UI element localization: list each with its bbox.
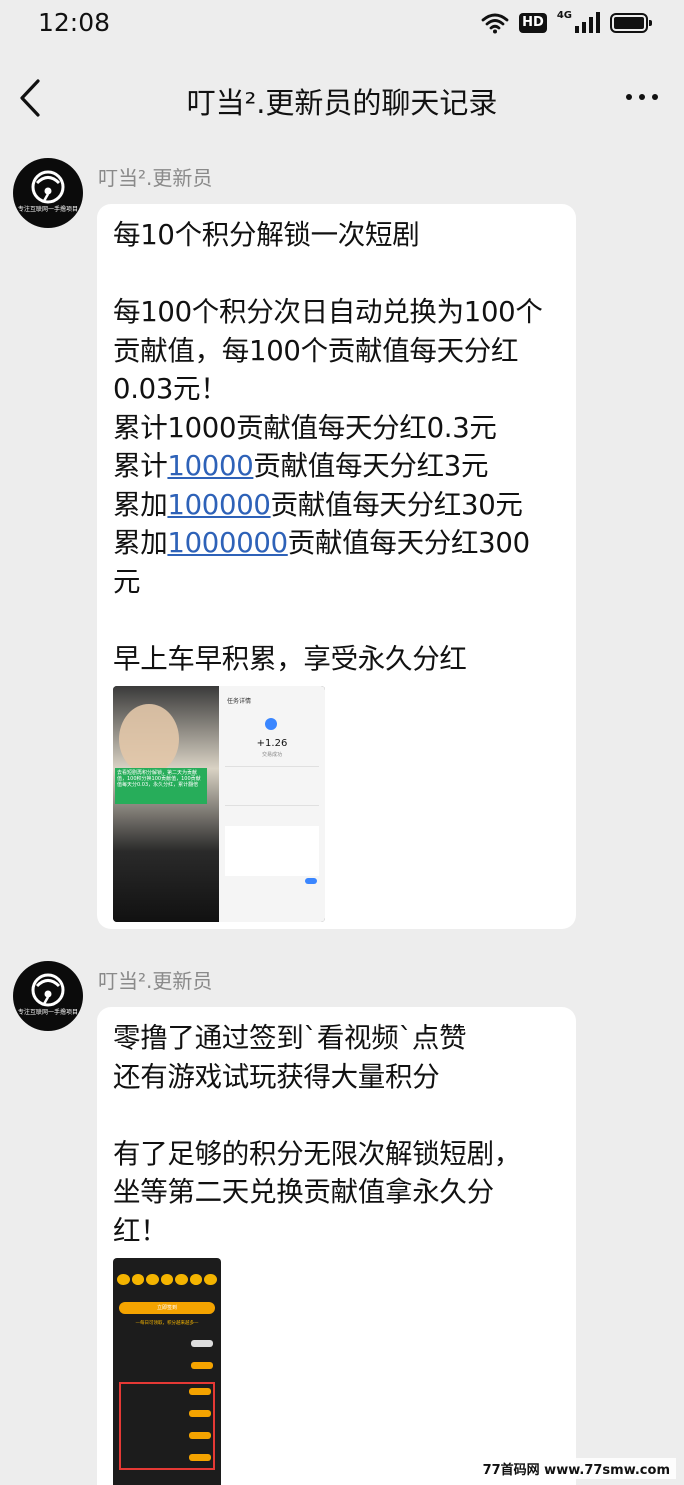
chat-title: 叮当².更新员的聊天记录	[186, 86, 498, 120]
avatar[interactable]: 专注互联网一手撸项目	[13, 158, 83, 228]
avatar-caption: 专注互联网一手撸项目	[17, 1009, 78, 1016]
more-icon[interactable]	[624, 90, 660, 104]
message-line: 红！	[113, 1214, 168, 1247]
line-text: 贡献值每天分红30元	[270, 488, 523, 521]
message-bubble[interactable]: 零撸了通过签到`看视频`点赞 还有游戏试玩获得大量积分 有了足够的积分无限次解锁…	[97, 1007, 576, 1485]
sender-name: 叮当².更新员	[98, 166, 213, 190]
screenshot-image[interactable]: 去看短剧再积分解锁，第二天为贡献值，100积分换100贡献值，100贡献值每天分…	[113, 686, 325, 922]
amount: +1.26	[256, 738, 288, 749]
number-link[interactable]: 100000	[167, 489, 270, 521]
watermark: 77首码网 www.77smw.com	[476, 1458, 676, 1479]
screenshot-image[interactable]: 立即签到 —每日可领取，积分越来越多—	[113, 1258, 221, 1485]
message-line: 贡献值，每100个贡献值每天分红	[113, 334, 519, 367]
network-label: 4G	[556, 9, 572, 21]
task-button	[189, 1388, 211, 1395]
settings-block	[225, 826, 319, 876]
toggle-switch	[305, 878, 317, 884]
status-icons: HD 4G	[481, 9, 652, 36]
message-line: 每100个积分次日自动兑换为100个	[113, 296, 543, 328]
task-button	[189, 1410, 211, 1417]
sign-in-button: 立即签到	[119, 1302, 215, 1314]
signal-icon	[575, 12, 600, 33]
hd-badge: HD	[519, 13, 547, 33]
line-text: 累计	[113, 450, 168, 482]
task-button	[191, 1340, 213, 1347]
line-text: 贡献值每天分红3元	[253, 450, 489, 482]
status-time: 12:08	[38, 8, 111, 37]
checkin-days	[117, 1274, 218, 1296]
sender-name: 叮当².更新员	[98, 969, 213, 993]
message-line: 累加1000000贡献值每天分红300	[113, 524, 560, 563]
status-bar: 12:08 HD 4G	[0, 0, 684, 48]
message-line: 累计1000贡献值每天分红0.3元	[113, 411, 497, 444]
message-line: 累加100000贡献值每天分红30元	[113, 486, 560, 525]
line-text: 累加	[113, 488, 168, 521]
message-line: 有了足够的积分无限次解锁短剧，	[113, 1137, 521, 1170]
message-line: 0.03元！	[113, 373, 228, 405]
message-line: 坐等第二天兑换贡献值拿永久分	[113, 1176, 494, 1208]
bell-logo-icon	[31, 973, 65, 1007]
amount-label: 交易成功	[261, 752, 282, 758]
bell-logo-icon	[31, 170, 65, 204]
face-image	[119, 704, 179, 774]
message-line: 零撸了通过签到`看视频`点赞	[113, 1022, 467, 1054]
overlay-note: 去看短剧再积分解锁，第二天为贡献值，100积分换100贡献值，100贡献值每天分…	[115, 768, 207, 804]
line-text: 贡献值每天分红300	[287, 527, 530, 559]
detail-title: 任务详情	[227, 698, 252, 705]
battery-icon	[610, 13, 652, 33]
nav-bar: 叮当².更新员的聊天记录	[0, 48, 684, 144]
user-icon	[265, 718, 277, 730]
message-line: 还有游戏试玩获得大量积分	[113, 1060, 440, 1093]
task-button	[189, 1454, 211, 1461]
task-button	[189, 1432, 211, 1439]
number-link[interactable]: 1000000	[167, 527, 288, 559]
message-line: 累计10000贡献值每天分红3元	[113, 447, 560, 486]
wifi-icon	[481, 13, 509, 34]
message-line: 每10个积分解锁一次短剧	[113, 219, 420, 251]
chat-area[interactable]: 专注互联网一手撸项目 叮当².更新员 每10个积分解锁一次短剧 每100个积分次…	[0, 144, 684, 1485]
section-title: —每日可领取，积分越来越多—	[135, 1321, 199, 1326]
avatar-caption: 专注互联网一手撸项目	[17, 206, 78, 213]
message-bubble[interactable]: 每10个积分解锁一次短剧 每100个积分次日自动兑换为100个 贡献值，每100…	[97, 204, 576, 929]
message-line: 元	[113, 565, 141, 598]
message-line: 早上车早积累，享受永久分红	[113, 642, 467, 675]
number-link[interactable]: 10000	[167, 450, 253, 482]
line-text: 累加	[113, 527, 168, 559]
avatar[interactable]: 专注互联网一手撸项目	[13, 961, 83, 1031]
detail-panel: 任务详情 +1.26 交易成功	[219, 686, 325, 922]
detail-rows	[225, 766, 319, 806]
task-button	[191, 1362, 213, 1369]
